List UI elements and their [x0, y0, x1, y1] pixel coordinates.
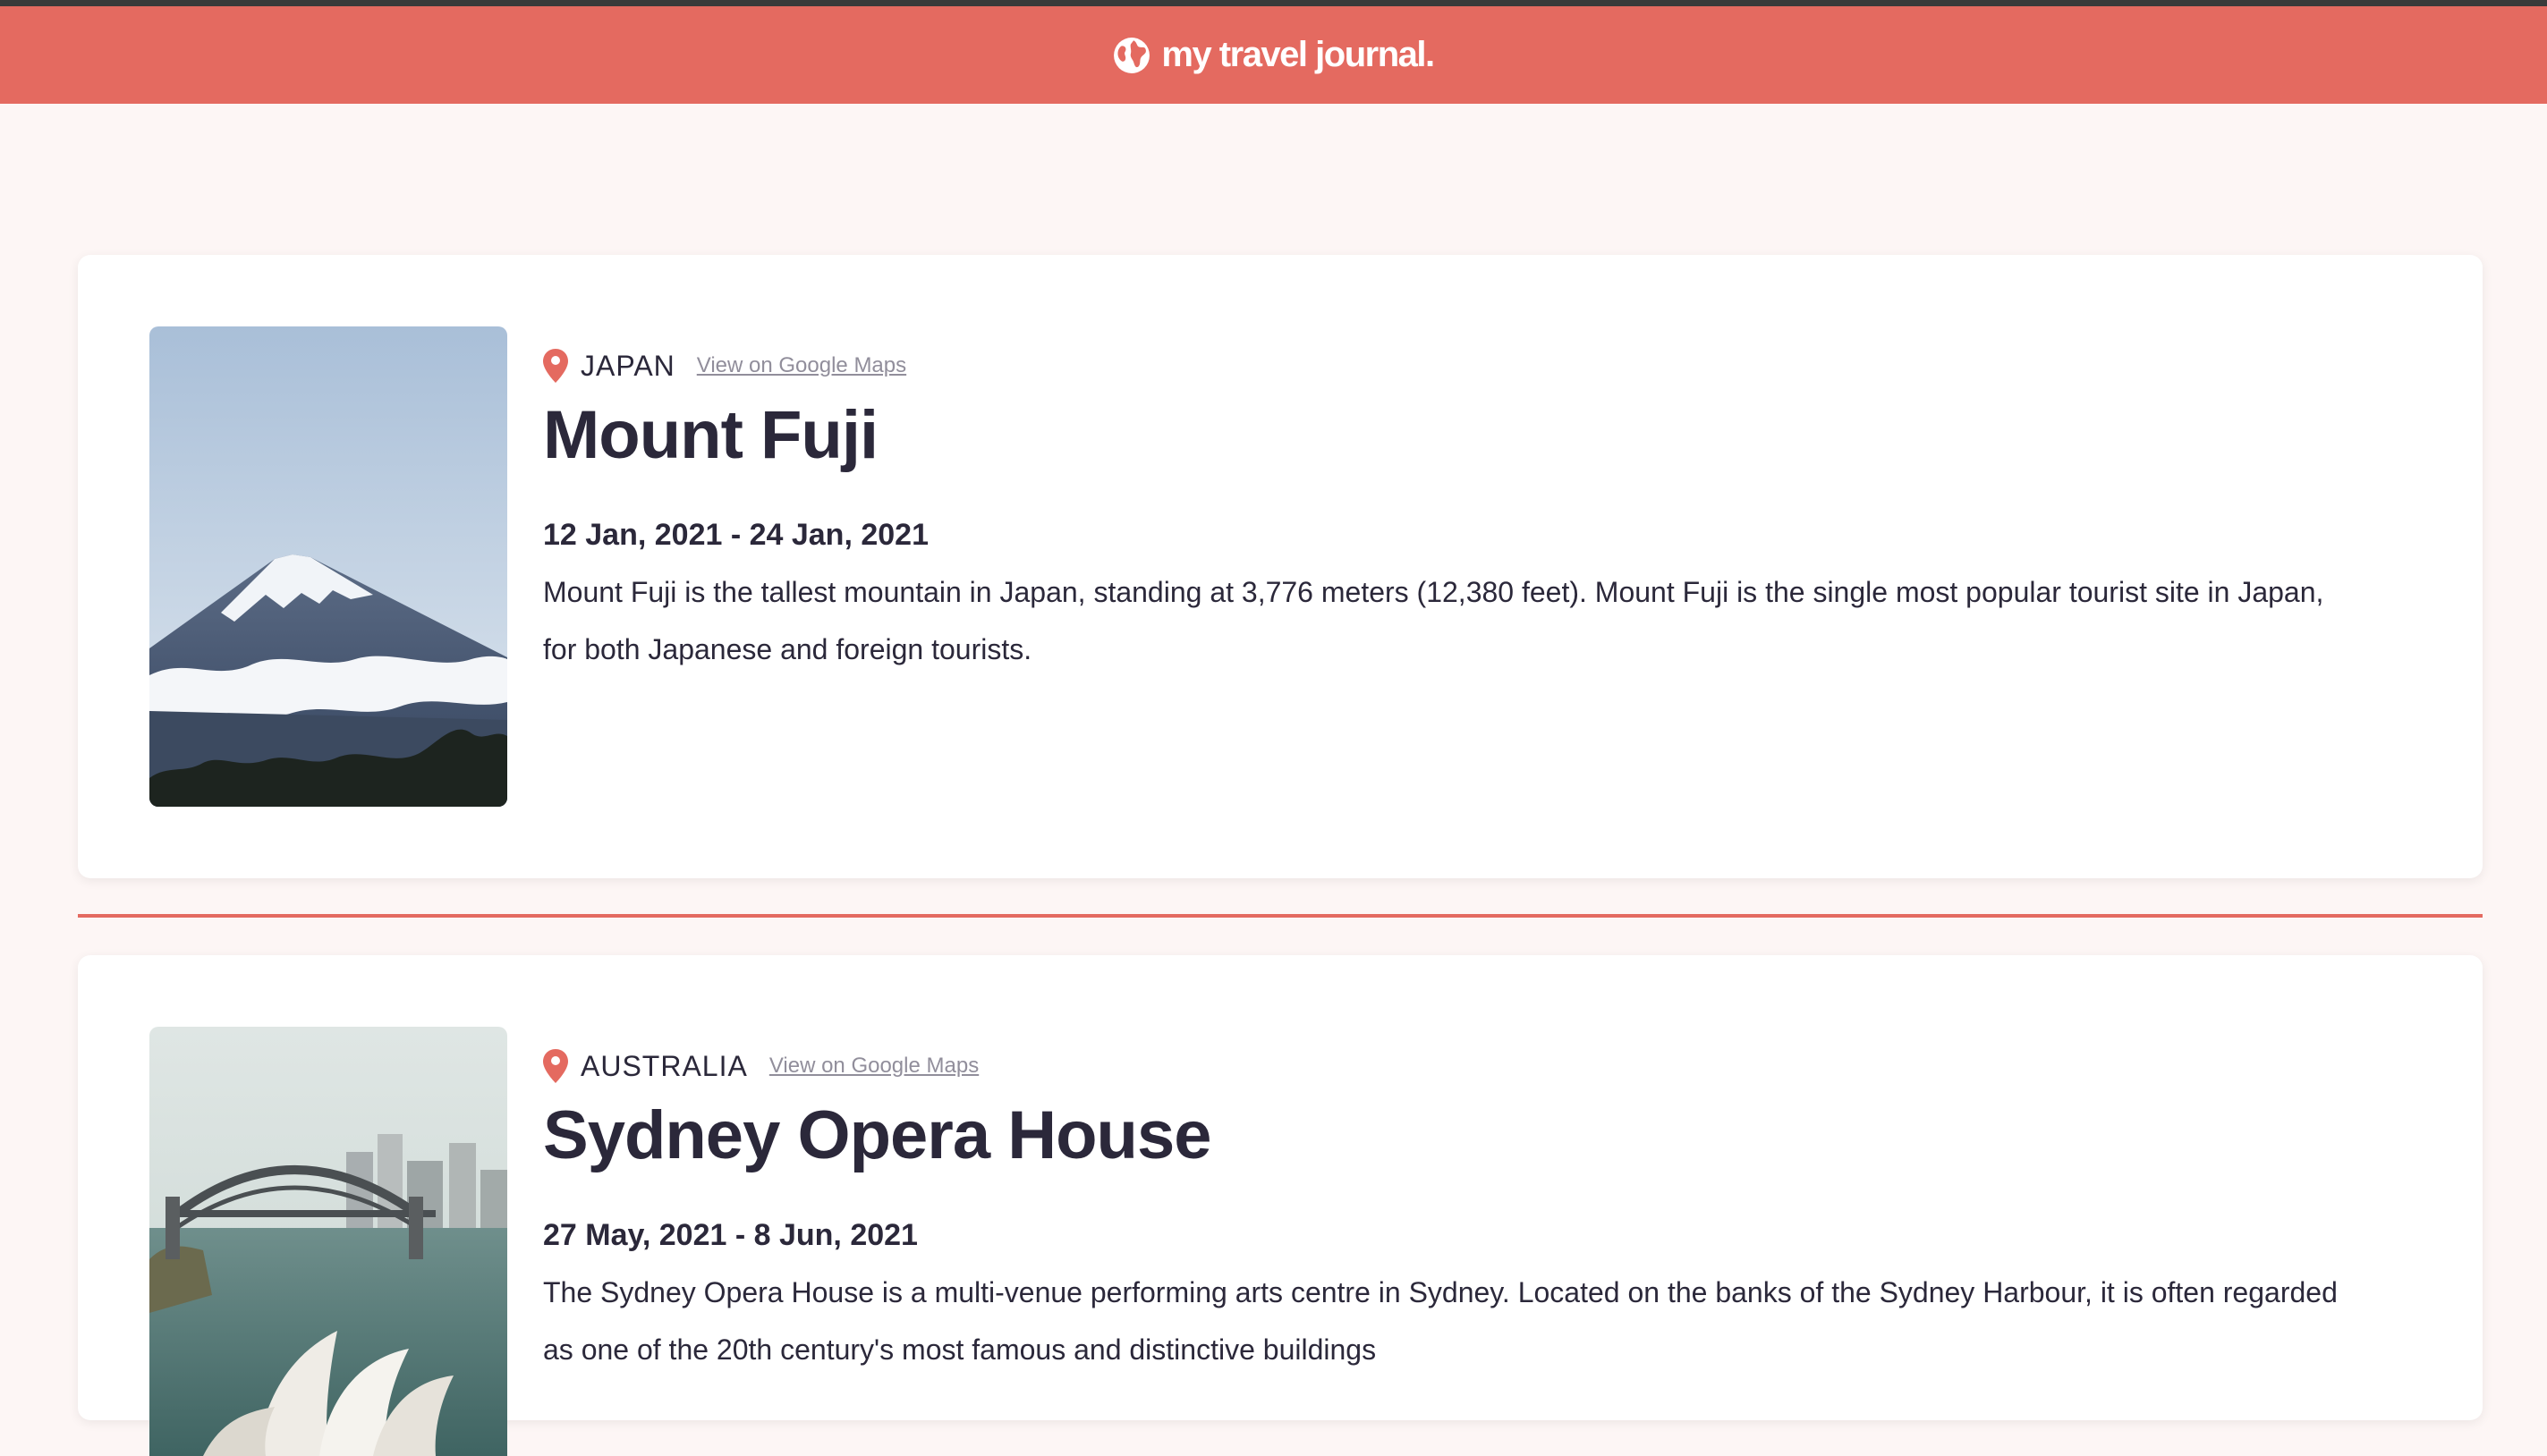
globe-icon	[1114, 37, 1150, 73]
entry-title: Mount Fuji	[543, 397, 879, 473]
location-pin-icon	[543, 1049, 568, 1083]
sydney-opera-house-image	[149, 1027, 507, 1456]
app-header: my travel journal.	[0, 6, 2547, 104]
journal-entry-card: AUSTRALIA View on Google Maps Sydney Ope…	[78, 955, 2483, 1456]
google-maps-link[interactable]: View on Google Maps	[697, 353, 906, 378]
entry-location-row: JAPAN View on Google Maps	[543, 344, 2339, 387]
entry-country: JAPAN	[581, 349, 675, 382]
app-brand-title: my travel journal.	[1161, 35, 1435, 74]
journal-entry-card: JAPAN View on Google Maps Mount Fuji 12 …	[78, 255, 2483, 878]
entry-photo-mount-fuji	[149, 326, 507, 807]
google-maps-link[interactable]: View on Google Maps	[769, 1054, 979, 1079]
entry-dates: 27 May, 2021 - 8 Jun, 2021	[543, 1217, 918, 1252]
entry-photo-sydney-opera-house	[149, 1027, 507, 1456]
entry-description: Mount Fuji is the tallest mountain in Ja…	[543, 575, 2324, 665]
entry-divider	[78, 914, 2483, 918]
entry-title: Sydney Opera House	[543, 1097, 1212, 1173]
mount-fuji-image	[149, 326, 507, 807]
entry-description: The Sydney Opera House is a multi-venue …	[543, 1275, 2338, 1366]
entry-info: AUSTRALIA View on Google Maps Sydney Ope…	[543, 1045, 2339, 1407]
entry-dates: 12 Jan, 2021 - 24 Jan, 2021	[543, 517, 929, 552]
entry-country: AUSTRALIA	[581, 1049, 748, 1082]
entry-location-row: AUSTRALIA View on Google Maps	[543, 1045, 2339, 1088]
window-top-border	[0, 0, 2547, 6]
entry-info: JAPAN View on Google Maps Mount Fuji 12 …	[543, 344, 2339, 707]
location-pin-icon	[543, 349, 568, 383]
